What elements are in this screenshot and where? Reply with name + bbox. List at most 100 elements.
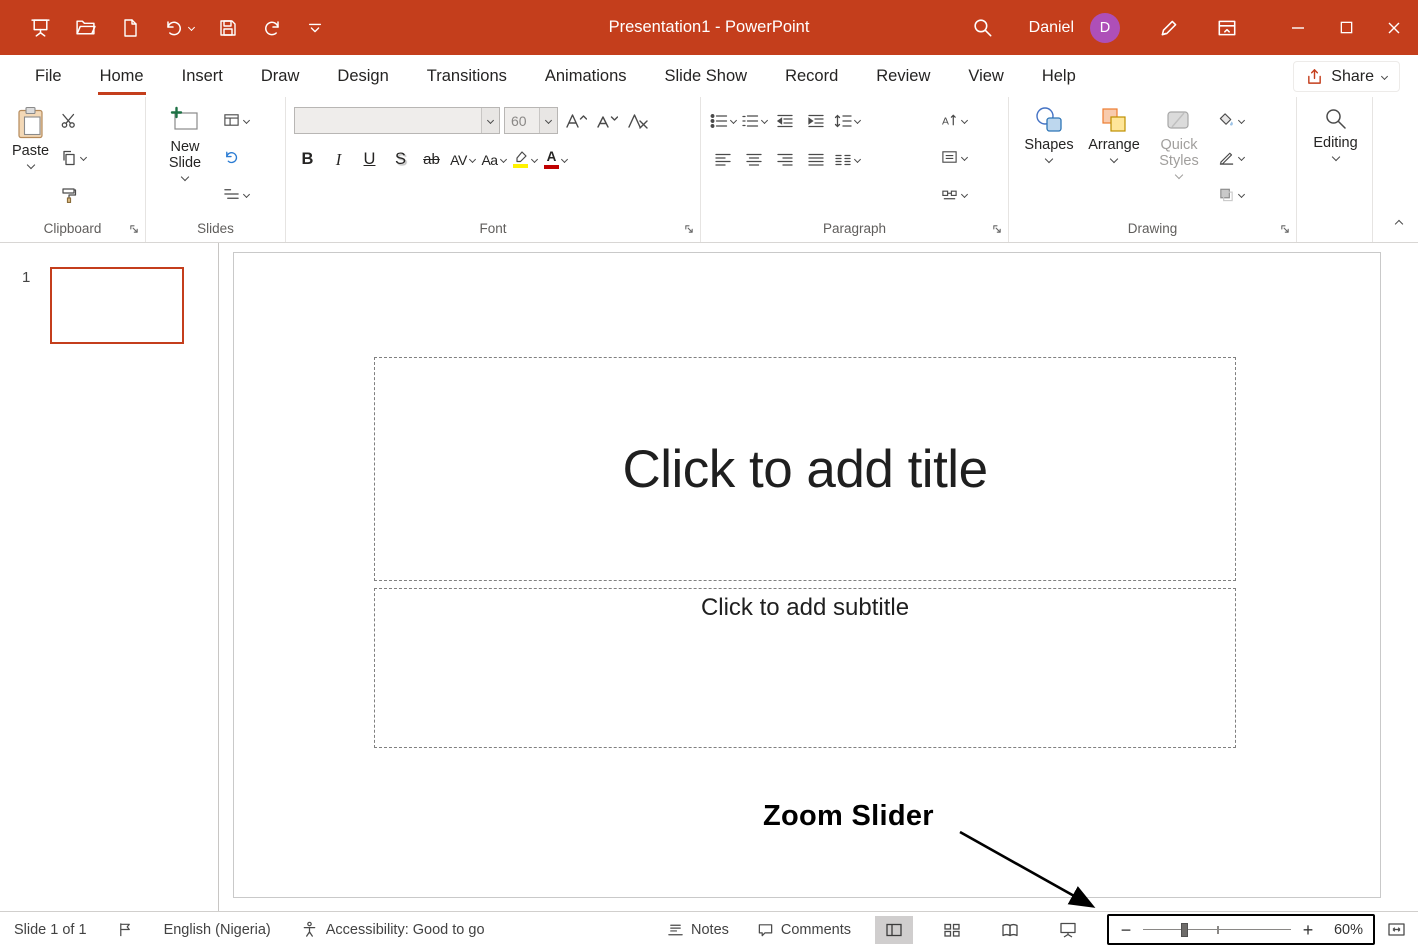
new-slide-button[interactable]: New Slide bbox=[154, 104, 216, 182]
redo-button[interactable] bbox=[262, 18, 282, 38]
tab-file[interactable]: File bbox=[16, 55, 81, 97]
align-right-button[interactable] bbox=[771, 146, 798, 173]
bullets-button[interactable] bbox=[709, 107, 736, 134]
comments-button[interactable]: Comments bbox=[743, 915, 865, 945]
strikethrough-button[interactable]: ab bbox=[418, 146, 445, 173]
zoom-slider-handle[interactable] bbox=[1181, 923, 1188, 937]
slide-thumbnail[interactable] bbox=[50, 267, 184, 344]
numbering-button[interactable] bbox=[740, 107, 767, 134]
font-dialog-launcher[interactable] bbox=[684, 224, 694, 234]
ribbon-display-options-button[interactable] bbox=[1216, 17, 1238, 39]
reset-slide-button[interactable] bbox=[220, 144, 252, 170]
share-button[interactable]: Share bbox=[1293, 61, 1400, 92]
title-placeholder[interactable]: Click to add title bbox=[374, 357, 1236, 581]
tab-slide-show[interactable]: Slide Show bbox=[646, 55, 767, 97]
section-button[interactable] bbox=[220, 181, 252, 207]
language-status[interactable]: English (Nigeria) bbox=[164, 922, 271, 938]
start-slideshow-button[interactable] bbox=[30, 17, 51, 38]
clear-formatting-button[interactable] bbox=[624, 107, 651, 134]
zoom-level[interactable]: 60% bbox=[1325, 922, 1363, 938]
fit-slide-to-window-button[interactable] bbox=[1387, 921, 1406, 938]
subtitle-placeholder[interactable]: Click to add subtitle bbox=[374, 588, 1236, 748]
paste-button[interactable]: Paste bbox=[8, 104, 53, 170]
new-file-button[interactable] bbox=[120, 18, 140, 38]
tab-insert[interactable]: Insert bbox=[163, 55, 242, 97]
copy-button[interactable] bbox=[57, 144, 89, 170]
arrange-button[interactable]: Arrange bbox=[1081, 104, 1147, 164]
slide-show-view-button[interactable] bbox=[1049, 916, 1087, 944]
shape-effects-button[interactable] bbox=[1215, 181, 1247, 207]
proofing-button[interactable] bbox=[117, 921, 134, 938]
tab-draw[interactable]: Draw bbox=[242, 55, 319, 97]
zoom-in-button[interactable]: + bbox=[1301, 921, 1315, 939]
align-text-button[interactable] bbox=[938, 144, 970, 170]
font-name-select[interactable] bbox=[294, 107, 500, 134]
zoom-slider[interactable] bbox=[1143, 922, 1291, 938]
font-size-select[interactable]: 60 bbox=[504, 107, 558, 134]
slide-sorter-view-button[interactable] bbox=[933, 916, 971, 944]
minimize-button[interactable] bbox=[1274, 0, 1322, 55]
drawing-dialog-launcher[interactable] bbox=[1280, 224, 1290, 234]
close-button[interactable] bbox=[1370, 0, 1418, 55]
chevron-down-icon bbox=[961, 116, 968, 123]
editing-button[interactable]: Editing bbox=[1309, 104, 1361, 162]
slide-layout-button[interactable] bbox=[220, 107, 252, 133]
tab-home[interactable]: Home bbox=[81, 55, 163, 97]
customize-qat-icon bbox=[306, 19, 324, 37]
user-name[interactable]: Daniel bbox=[1029, 19, 1074, 37]
change-case-button[interactable]: Aa bbox=[480, 146, 507, 173]
font-size-dropdown[interactable] bbox=[539, 108, 557, 133]
align-left-button[interactable] bbox=[709, 146, 736, 173]
shapes-button[interactable]: Shapes bbox=[1017, 104, 1081, 164]
tab-animations[interactable]: Animations bbox=[526, 55, 646, 97]
tab-review[interactable]: Review bbox=[857, 55, 949, 97]
shape-fill-button[interactable] bbox=[1215, 107, 1247, 133]
line-spacing-button[interactable] bbox=[833, 107, 860, 134]
collapse-ribbon-button[interactable] bbox=[1396, 214, 1402, 232]
font-color-button[interactable]: A bbox=[542, 146, 569, 173]
tab-view[interactable]: View bbox=[949, 55, 1022, 97]
slide-indicator[interactable]: Slide 1 of 1 bbox=[14, 922, 87, 938]
text-shadow-button[interactable]: S bbox=[387, 146, 414, 173]
cut-button[interactable] bbox=[57, 107, 89, 133]
open-button[interactable] bbox=[75, 17, 96, 38]
line-spacing-icon bbox=[834, 113, 852, 129]
convert-to-smartart-button[interactable] bbox=[938, 181, 970, 207]
quick-styles-button[interactable]: Quick Styles bbox=[1147, 104, 1211, 180]
normal-view-button[interactable] bbox=[875, 916, 913, 944]
clipboard-dialog-launcher[interactable] bbox=[129, 224, 139, 234]
decrease-indent-button[interactable] bbox=[771, 107, 798, 134]
tab-design[interactable]: Design bbox=[318, 55, 407, 97]
customize-qat-button[interactable] bbox=[306, 19, 324, 37]
ink-button[interactable] bbox=[1158, 17, 1180, 39]
undo-button[interactable] bbox=[164, 18, 194, 38]
text-highlight-button[interactable] bbox=[511, 146, 538, 173]
increase-font-size-button[interactable] bbox=[562, 107, 589, 134]
notes-button[interactable]: Notes bbox=[653, 915, 743, 945]
zoom-out-button[interactable]: − bbox=[1119, 921, 1133, 939]
tab-record[interactable]: Record bbox=[766, 55, 857, 97]
italic-button[interactable]: I bbox=[325, 146, 352, 173]
align-center-button[interactable] bbox=[740, 146, 767, 173]
bold-button[interactable]: B bbox=[294, 146, 321, 173]
decrease-indent-icon bbox=[776, 113, 794, 129]
font-name-dropdown[interactable] bbox=[481, 108, 499, 133]
columns-button[interactable] bbox=[833, 146, 860, 173]
increase-indent-button[interactable] bbox=[802, 107, 829, 134]
underline-button[interactable]: U bbox=[356, 146, 383, 173]
accessibility-status[interactable]: Accessibility: Good to go bbox=[301, 921, 485, 938]
paragraph-dialog-launcher[interactable] bbox=[992, 224, 1002, 234]
justify-button[interactable] bbox=[802, 146, 829, 173]
format-painter-button[interactable] bbox=[57, 181, 89, 207]
reading-view-button[interactable] bbox=[991, 916, 1029, 944]
save-button[interactable] bbox=[218, 18, 238, 38]
avatar[interactable]: D bbox=[1090, 13, 1120, 43]
text-direction-button[interactable]: A bbox=[938, 107, 970, 133]
character-spacing-button[interactable]: AV bbox=[449, 146, 476, 173]
decrease-font-size-button[interactable] bbox=[593, 107, 620, 134]
shape-outline-button[interactable] bbox=[1215, 144, 1247, 170]
tab-help[interactable]: Help bbox=[1023, 55, 1095, 97]
tab-transitions[interactable]: Transitions bbox=[408, 55, 526, 97]
maximize-button[interactable] bbox=[1322, 0, 1370, 55]
search-button[interactable] bbox=[972, 17, 993, 38]
